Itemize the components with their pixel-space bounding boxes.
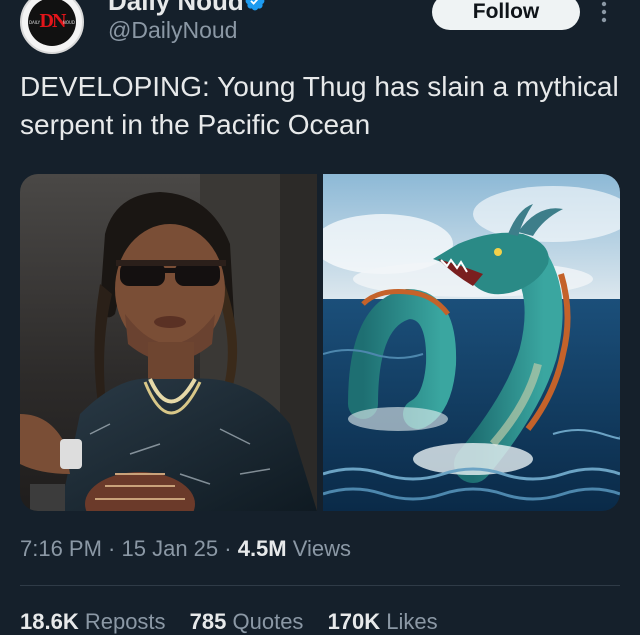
avatar-logo: DAILY DN NOUD — [28, 0, 76, 46]
follow-button[interactable]: Follow — [432, 0, 580, 30]
tweet-text: DEVELOPING: Young Thug has slain a mythi… — [20, 71, 619, 140]
reposts-label: Reposts — [78, 609, 166, 634]
photo-sea-serpent[interactable] — [323, 174, 620, 511]
reposts-stat[interactable]: 18.6K Reposts — [20, 609, 166, 634]
quotes-stat[interactable]: 785 Quotes — [190, 609, 304, 634]
display-name[interactable]: Daily Noud — [108, 0, 244, 17]
likes-stat[interactable]: 170K Likes — [328, 609, 438, 634]
quotes-label: Quotes — [226, 609, 304, 634]
verified-badge-icon — [245, 0, 265, 11]
likes-label: Likes — [380, 609, 438, 634]
avatar[interactable]: DAILY DN NOUD — [20, 0, 84, 54]
views-label: Views — [286, 536, 352, 561]
tweet-date[interactable]: 15 Jan 25 — [122, 536, 219, 561]
more-vertical-icon[interactable] — [598, 0, 610, 24]
views-count: 4.5M — [237, 536, 287, 561]
divider — [20, 585, 620, 586]
photo-person-sunglasses[interactable] — [20, 174, 317, 511]
tweet-header: DAILY DN NOUD Daily Noud @DailyNoud Foll… — [0, 0, 640, 60]
handle[interactable]: @DailyNoud — [108, 17, 237, 44]
tweet-meta: 7:16 PM · 15 Jan 25 · 4.5M Views — [20, 536, 351, 562]
likes-count: 170K — [327, 609, 381, 634]
meta-separator: · — [101, 536, 122, 561]
reposts-count: 18.6K — [20, 609, 79, 634]
tweet-time[interactable]: 7:16 PM — [20, 536, 102, 561]
quotes-count: 785 — [189, 609, 227, 634]
tweet-stats: 18.6K Reposts 785 Quotes 170K Likes — [20, 609, 456, 635]
avatar-right-text: NOUD — [62, 20, 75, 25]
media-grid — [20, 174, 620, 511]
meta-separator: · — [218, 536, 238, 561]
